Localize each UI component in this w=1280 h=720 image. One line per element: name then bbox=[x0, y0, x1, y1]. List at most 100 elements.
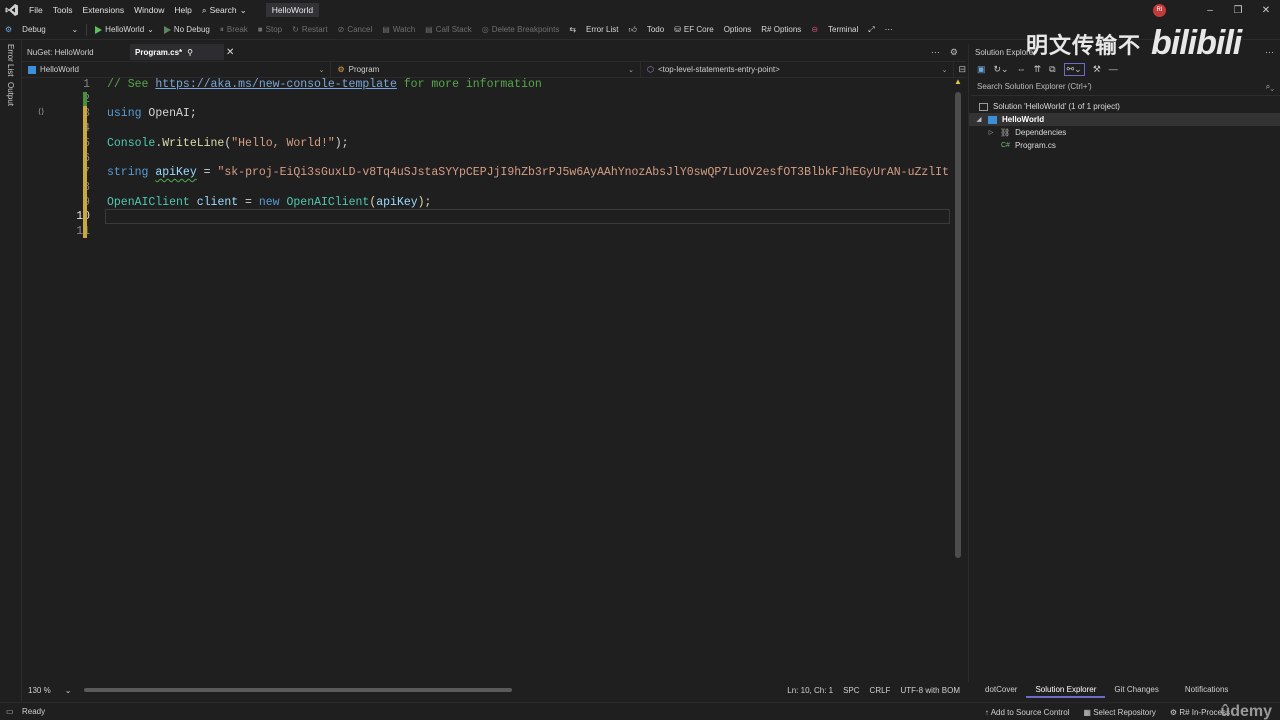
code-editor[interactable]: 1 2 3 4 5 6 7 8 9 10 11 ⟨⟩ // See https:… bbox=[22, 78, 956, 682]
tree-file-node[interactable]: C# Program.cs bbox=[969, 139, 1280, 152]
solution-search-input[interactable]: Search Solution Explorer (Ctrl+') ⌕⌄ bbox=[971, 78, 1280, 96]
tab-nuget[interactable]: NuGet: HelloWorld bbox=[22, 44, 130, 60]
avatar[interactable]: RI bbox=[1153, 3, 1166, 17]
code-text-area[interactable]: // See https://aka.ms/new-console-templa… bbox=[107, 78, 949, 682]
minimize-icon[interactable]: – bbox=[1196, 5, 1224, 16]
more-options-icon[interactable]: ⋯ bbox=[880, 20, 898, 40]
sync-icon[interactable]: ↻⌄ bbox=[994, 64, 1009, 75]
tree-solution-node[interactable]: Solution 'HelloWorld' (1 of 1 project) bbox=[969, 100, 1280, 113]
delete-breakpoints-button[interactable]: ◎ Delete Breakpoints bbox=[477, 20, 565, 40]
tab-dotcover[interactable]: dotCover bbox=[976, 682, 1026, 698]
maximize-icon[interactable]: ❐ bbox=[1224, 5, 1252, 16]
left-tool-rail: Error List Output bbox=[0, 40, 22, 702]
sync-active-icon[interactable]: ⇔ bbox=[1017, 64, 1026, 74]
call-stack-button[interactable]: ▤ Call Stack bbox=[420, 20, 477, 40]
solution-tree: Solution 'HelloWorld' (1 of 1 project) ◢… bbox=[969, 96, 1280, 152]
pin-icon[interactable]: ⚲ bbox=[187, 48, 193, 57]
menu-search[interactable]: ⌕ Search ⌄ bbox=[197, 0, 252, 20]
chevron-down-icon: ⌄ bbox=[941, 66, 948, 74]
status-icon[interactable]: ▭ bbox=[6, 707, 14, 716]
template-link[interactable]: https://aka.ms/new-console-template bbox=[155, 78, 397, 91]
close-icon[interactable]: ✕ bbox=[1252, 5, 1280, 16]
expanded-chevron-icon[interactable]: ◢ bbox=[975, 116, 983, 123]
whitespace-mode[interactable]: SPC bbox=[843, 686, 859, 695]
stop-button[interactable]: ■ Stop bbox=[253, 20, 287, 40]
ef-core-button[interactable]: ⛁ EF Core bbox=[669, 20, 719, 40]
file-encoding[interactable]: UTF-8 with BOM bbox=[900, 686, 960, 695]
home-icon[interactable]: ▣ bbox=[977, 64, 986, 75]
todo-button[interactable]: Todo bbox=[642, 20, 669, 40]
terminal-label: Terminal bbox=[828, 25, 859, 34]
split-editor-icon[interactable]: ⊟ bbox=[958, 64, 966, 75]
restart-button[interactable]: ↻ Restart bbox=[287, 20, 333, 40]
toolbar-tool-icon[interactable]: ⇆ bbox=[564, 20, 581, 40]
properties-icon[interactable]: ⚒ bbox=[1093, 64, 1101, 75]
menu-tools[interactable]: Tools bbox=[48, 0, 78, 20]
menu-extensions[interactable]: Extensions bbox=[78, 0, 130, 20]
chevron-down-icon: ⌄ bbox=[628, 66, 634, 74]
class-dropdown[interactable]: ⚙ Program ⌄ bbox=[331, 62, 641, 77]
code-line-5: Console.WriteLine("Hello, World!"); bbox=[107, 137, 349, 152]
add-to-source-control-button[interactable]: ↑ Add to Source Control bbox=[985, 708, 1070, 717]
class-icon: ⚙ bbox=[337, 65, 345, 74]
tree-dependencies-node[interactable]: ▷ ⛓ Dependencies bbox=[969, 126, 1280, 139]
watch-button[interactable]: ▤ Watch bbox=[377, 20, 420, 40]
cancel-button[interactable]: ⊘ Cancel bbox=[333, 20, 378, 40]
resharper-icon[interactable]: ⊖ bbox=[806, 20, 823, 40]
tab-solution-explorer[interactable]: Solution Explorer bbox=[1026, 682, 1106, 698]
tab-git-changes[interactable]: Git Changes bbox=[1105, 682, 1167, 698]
tab-notifications[interactable]: Notifications bbox=[1176, 682, 1238, 698]
start-without-debug-button[interactable]: No Debug bbox=[159, 20, 215, 40]
member-dropdown[interactable]: ⬡ <top-level-statements-entry-point> ⌄ bbox=[641, 62, 955, 77]
close-tab-icon[interactable]: ✕ bbox=[226, 47, 234, 58]
more-options-icon[interactable]: ⋯ bbox=[1265, 47, 1274, 58]
configuration-select[interactable]: Debug ⌄ bbox=[17, 20, 83, 40]
resharper-options-button[interactable]: R# Options bbox=[756, 20, 806, 40]
operator: = bbox=[238, 195, 259, 209]
break-button[interactable]: ⏸ Break bbox=[215, 20, 253, 40]
code-line-1: // See https://aka.ms/new-console-templa… bbox=[107, 78, 542, 93]
warning-icon[interactable]: ▲ bbox=[954, 78, 962, 86]
options-button[interactable]: Options bbox=[719, 20, 757, 40]
code-lens-icon[interactable]: ⟨⟩ bbox=[38, 107, 44, 116]
document-tabs: NuGet: HelloWorld Program.cs* ⚲ ✕ ⋯ ⚙ bbox=[22, 44, 966, 60]
start-debug-button[interactable]: HelloWorld ⌄ bbox=[90, 20, 159, 40]
collapsed-chevron-icon[interactable]: ▷ bbox=[987, 129, 995, 136]
collapse-all-icon[interactable]: ⇈ bbox=[1034, 64, 1042, 75]
line-ending[interactable]: CRLF bbox=[870, 686, 891, 695]
horizontal-scroll-thumb[interactable] bbox=[84, 688, 512, 692]
more-tabs-icon[interactable]: ⋯ bbox=[931, 47, 940, 58]
menu-help[interactable]: Help bbox=[169, 0, 196, 20]
zoom-level: 130 % bbox=[28, 685, 51, 695]
menu-file[interactable]: File bbox=[24, 0, 48, 20]
cancel-label: Cancel bbox=[347, 25, 373, 34]
thumbs-up-icon[interactable]: 👍︎ bbox=[623, 20, 641, 40]
zoom-select[interactable]: 130 % ⌄ bbox=[22, 686, 77, 695]
search-icon: ⌕⌄ bbox=[1265, 81, 1274, 91]
visual-studio-logo-icon[interactable] bbox=[0, 0, 24, 20]
settings-icon[interactable]: ⚙ bbox=[950, 47, 958, 58]
horizontal-scrollbar[interactable] bbox=[84, 688, 784, 692]
chevron-down-icon: ⌄ bbox=[239, 5, 247, 15]
filter-icon[interactable]: ⚯⌄ bbox=[1063, 62, 1085, 76]
error-list-rail-tab[interactable]: Error List bbox=[6, 44, 15, 76]
menu-search-label: Search bbox=[209, 5, 237, 15]
tab-program-cs[interactable]: Program.cs* ⚲ bbox=[130, 44, 224, 60]
expand-icon[interactable]: ⤢ bbox=[863, 20, 879, 40]
vertical-scroll-thumb[interactable] bbox=[955, 92, 961, 558]
editor-vertical-scrollbar[interactable] bbox=[954, 78, 962, 682]
select-repository-button[interactable]: ▦ Select Repository bbox=[1083, 708, 1155, 717]
terminal-button[interactable]: Terminal bbox=[823, 20, 863, 40]
project-dropdown[interactable]: HelloWorld ⌄ bbox=[22, 62, 332, 77]
search-icon: ⌕ bbox=[201, 5, 207, 15]
call-stack-icon: ▤ bbox=[425, 25, 433, 34]
gear-icon[interactable]: ⚙ bbox=[0, 20, 17, 40]
method-name: WriteLine bbox=[162, 136, 225, 150]
menu-window[interactable]: Window bbox=[129, 0, 169, 20]
error-list-button[interactable]: Error List bbox=[581, 20, 623, 40]
project-dropdown-label: HelloWorld bbox=[40, 65, 79, 74]
cursor-position[interactable]: Ln: 10, Ch: 1 bbox=[787, 686, 833, 695]
show-all-files-icon[interactable]: ⧉ bbox=[1049, 64, 1055, 75]
tree-project-node[interactable]: ◢ HelloWorld bbox=[969, 113, 1280, 126]
output-rail-tab[interactable]: Output bbox=[6, 82, 15, 106]
